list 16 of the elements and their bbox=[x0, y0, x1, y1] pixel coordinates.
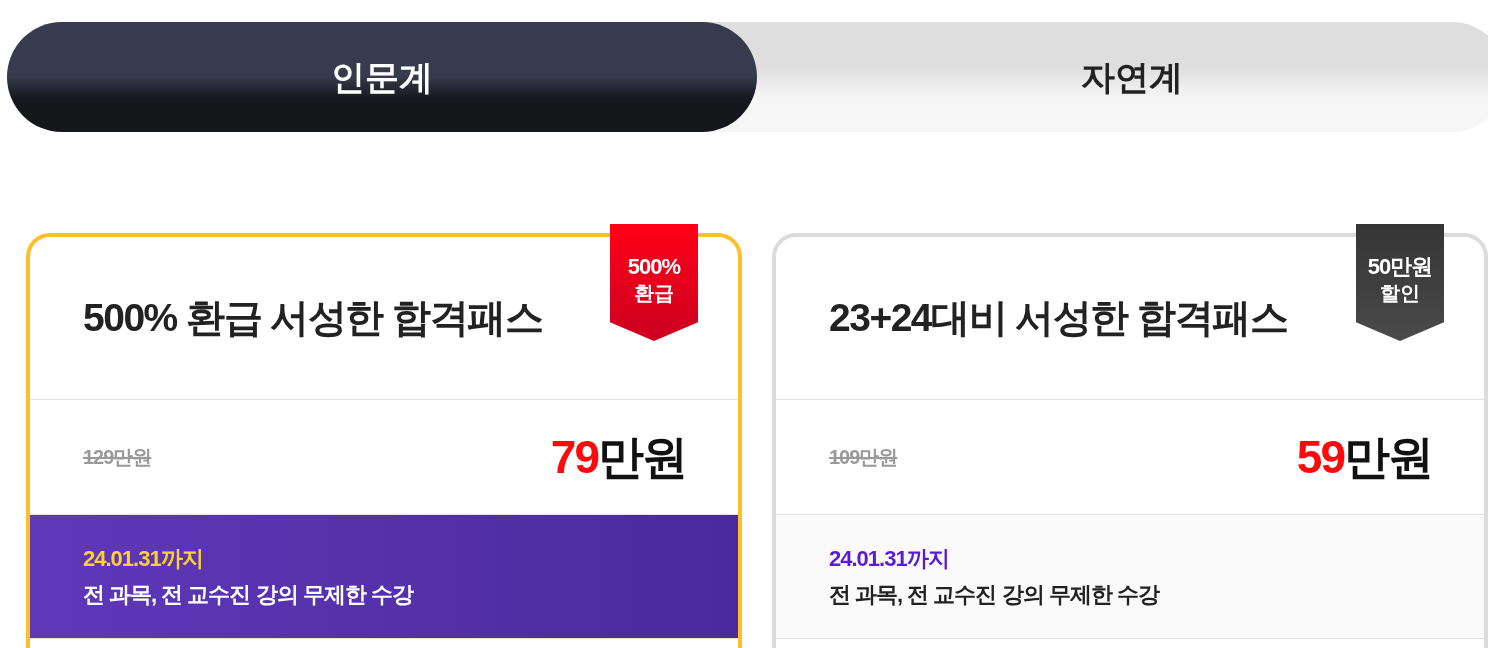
promo-description: 전 과목, 전 교수진 강의 무제한 수강 bbox=[83, 580, 413, 609]
promo-description: 전 과목, 전 교수진 강의 무제한 수강 bbox=[829, 580, 1159, 609]
card-title: 23+24대비 서성한 합격패스 bbox=[829, 294, 1288, 341]
badge-label: 할인 bbox=[1380, 281, 1420, 306]
card-title: 500% 환급 서성한 합격패스 bbox=[83, 294, 543, 341]
category-tab[interactable]: 인문계 bbox=[7, 22, 757, 132]
sale-price: 59만원 bbox=[1296, 434, 1432, 480]
badge-value: 50만원 bbox=[1367, 254, 1433, 280]
original-price: 109만원 bbox=[829, 445, 898, 470]
badge-label: 환급 bbox=[634, 281, 674, 306]
badge-value: 500% bbox=[627, 254, 681, 280]
deadline-text: 24.01.31까지 bbox=[83, 544, 203, 573]
original-price: 129만원 bbox=[83, 445, 152, 470]
deadline-text: 24.01.31까지 bbox=[829, 544, 949, 573]
category-tab[interactable]: 자연계 bbox=[757, 22, 1488, 132]
sale-price: 79만원 bbox=[550, 434, 686, 480]
